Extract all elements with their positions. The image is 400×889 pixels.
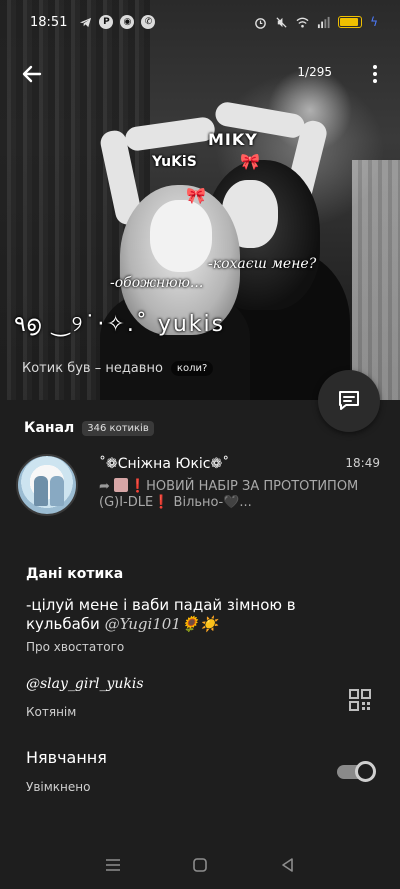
pinterest-icon: P (99, 15, 114, 29)
last-seen-status: Котик був – недавно коли? (22, 361, 214, 376)
bio-label: Про хвостатого (26, 640, 125, 654)
bio-mention-link[interactable]: @Yugi101🌻☀️ (105, 615, 219, 633)
more-dot (373, 72, 377, 76)
channel-time: 18:49 (345, 456, 380, 470)
notification-icons: P ◉ ✆ (79, 15, 156, 29)
home-button[interactable] (188, 853, 212, 877)
home-square-icon (193, 857, 207, 872)
exclamation-icon: ❗ (129, 479, 147, 494)
viber-icon: ✆ (141, 15, 156, 29)
telegram-icon (80, 17, 92, 27)
channel-name: ˚❁Сніжна Юкіс❁˚ (99, 456, 230, 472)
qr-code-icon[interactable] (348, 688, 372, 712)
status-bar: 18:51 P ◉ ✆ ϟ (0, 0, 400, 44)
background-screen (352, 160, 400, 400)
more-dot (373, 65, 377, 69)
mute-icon (276, 16, 287, 28)
system-navigation-bar (0, 840, 400, 889)
status-time: 18:51 (30, 14, 68, 30)
overlay-decorative-name: ٩൭ ‿୨˙·✧.˚ yukis (14, 312, 226, 337)
person-left-face (150, 200, 212, 272)
more-options-button[interactable] (368, 60, 382, 88)
bio-text: -цілуй мене і ваби падай зімною в кульба… (26, 596, 366, 634)
subscriber-count-badge: 346 котиків (82, 420, 154, 436)
signal-icon (318, 16, 330, 28)
back-button[interactable] (275, 853, 299, 877)
charging-icon: ϟ (370, 15, 378, 29)
last-seen-text: Котик був – недавно (22, 361, 163, 376)
overlay-name-yukis: YuKiS (152, 154, 197, 170)
toggle-knob (355, 761, 376, 782)
alarm-icon (255, 17, 266, 29)
photo-counter: 1/295 (297, 65, 332, 79)
battery-level (340, 18, 358, 26)
back-arrow-icon[interactable] (18, 60, 46, 88)
camera-app-icon: ◉ (120, 15, 135, 29)
avatar-figure (50, 476, 64, 506)
message-button[interactable] (318, 370, 380, 432)
channel-avatar (16, 454, 78, 516)
when-chip[interactable]: коли? (170, 361, 214, 376)
forward-icon: ➦ (99, 479, 110, 494)
wifi-icon (296, 17, 309, 28)
chat-bubble-icon (339, 391, 359, 410)
back-triangle-icon (281, 857, 293, 872)
recent-apps-button[interactable] (101, 853, 125, 877)
channel-preview: ➦ ❗НОВИЙ НАБІР ЗА ПРОТОТИПОМ (G)I-DLE❗ Ві… (99, 478, 384, 511)
more-dot (373, 79, 377, 83)
channel-item[interactable]: ˚❁Сніжна Юкіс❁˚ 18:49 ➦ ❗НОВИЙ НАБІР ЗА П… (16, 452, 386, 522)
overlay-caption-love: -кохаєш мене? (208, 256, 317, 272)
red-bow-icon: 🎀 (186, 186, 206, 205)
menu-lines-icon (106, 858, 121, 871)
preview-thumbnail (113, 478, 128, 492)
channel-header: Канал 346 котиків (24, 420, 154, 436)
notifications-title: Нявчання (26, 748, 107, 767)
bio-block[interactable]: -цілуй мене і ваби падай зімною в кульба… (26, 596, 366, 634)
channel-section-title: Канал (24, 420, 75, 436)
system-icons: ϟ (254, 15, 378, 29)
notifications-value: Увімкнено (26, 780, 91, 794)
username[interactable]: @slay_girl_yukis (26, 676, 144, 692)
exclamation-icon: ❗ (153, 495, 170, 510)
viewer-top-bar: 1/295 (0, 58, 400, 88)
username-label: Котянім (26, 705, 77, 719)
notifications-toggle[interactable] (337, 760, 377, 784)
overlay-name-miky: MIKY (208, 130, 258, 149)
battery-icon (338, 16, 363, 28)
info-section-title: Дані котика (26, 566, 124, 582)
avatar-figure (34, 476, 48, 506)
red-bow-icon: 🎀 (240, 152, 260, 171)
overlay-caption-adore: -обожнюю... (110, 275, 204, 291)
preview-tail-text: Вільно-🖤... (173, 495, 252, 510)
